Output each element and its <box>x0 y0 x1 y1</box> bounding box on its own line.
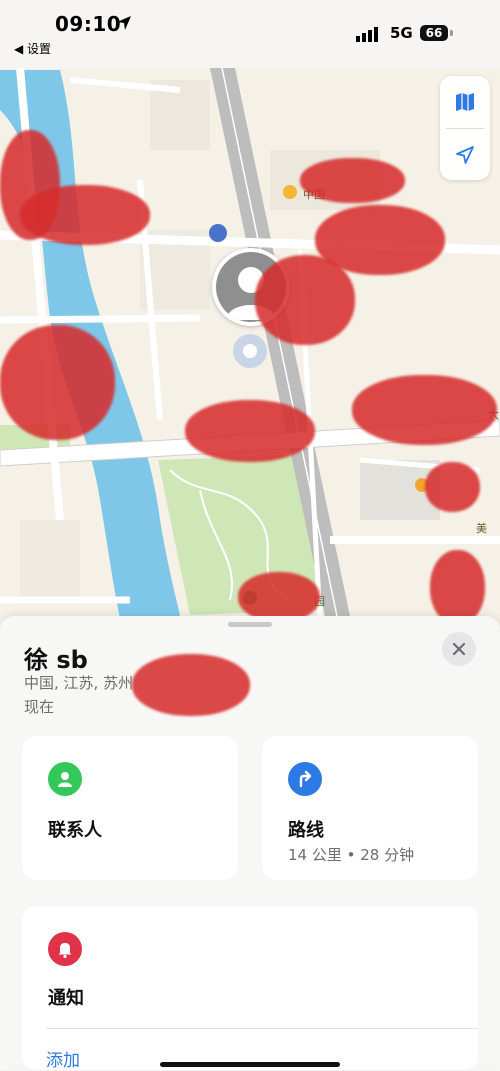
directions-label: 路线 <box>288 820 324 841</box>
user-location-dot <box>233 334 267 368</box>
person-detail-sheet: 徐 sb 中国, 江苏, 苏州 现在 联系人 路线 14 公里 • 28 分钟 <box>0 616 500 1071</box>
redaction-scribble <box>185 400 315 462</box>
redaction-scribble <box>425 462 480 512</box>
cellular-signal-icon <box>356 27 378 42</box>
person-name: 徐 sb <box>24 646 88 674</box>
redaction-scribble <box>0 325 115 440</box>
notification-icon-badge <box>48 932 82 966</box>
directions-card[interactable]: 路线 14 公里 • 28 分钟 <box>262 736 478 880</box>
sheet-grabber[interactable] <box>228 622 272 627</box>
back-to-settings-link[interactable]: ◀ 设置 <box>14 40 51 57</box>
battery-tip <box>450 30 453 36</box>
route-arrow-icon <box>299 770 312 788</box>
map-mode-button[interactable] <box>440 76 490 128</box>
close-icon <box>452 642 466 656</box>
redaction-scribble <box>300 158 405 203</box>
location-updated-time: 现在 <box>24 698 55 716</box>
redaction-scribble <box>238 572 320 622</box>
redaction-scribble <box>255 255 355 345</box>
map-view[interactable]: 中国 大 美 园 <box>0 0 500 640</box>
network-type: 5G <box>390 24 413 42</box>
location-services-icon <box>117 16 131 30</box>
add-notification-button[interactable]: 添加 <box>46 1046 80 1071</box>
directions-distance-time: 14 公里 • 28 分钟 <box>288 846 415 864</box>
clock: 09:10 <box>55 12 122 36</box>
close-button[interactable] <box>442 632 476 666</box>
map-place-label-lower: 美 <box>476 522 487 535</box>
battery-icon: 66 <box>420 25 448 41</box>
contact-card[interactable]: 联系人 <box>22 736 238 880</box>
location-arrow-icon <box>456 146 474 164</box>
map-controls <box>440 76 490 180</box>
notifications-label: 通知 <box>48 988 84 1009</box>
bell-icon <box>58 943 72 959</box>
person-location: 中国, 江苏, 苏州 <box>24 674 134 692</box>
recenter-button[interactable] <box>440 129 490 181</box>
notifications-card: 通知 添加 <box>22 906 478 1071</box>
redaction-scribble <box>352 375 497 445</box>
redaction-scribble <box>132 654 250 716</box>
redaction-scribble <box>430 550 485 625</box>
contact-icon-badge <box>48 762 82 796</box>
home-indicator <box>160 1062 340 1067</box>
status-bar: 09:10 ◀ 设置 5G 66 <box>0 0 500 68</box>
map-icon <box>456 93 474 111</box>
notifications-divider <box>46 1028 478 1029</box>
person-icon <box>58 772 72 787</box>
contact-label: 联系人 <box>48 820 102 841</box>
route-icon-badge <box>288 762 322 796</box>
redaction-scribble <box>20 185 150 245</box>
